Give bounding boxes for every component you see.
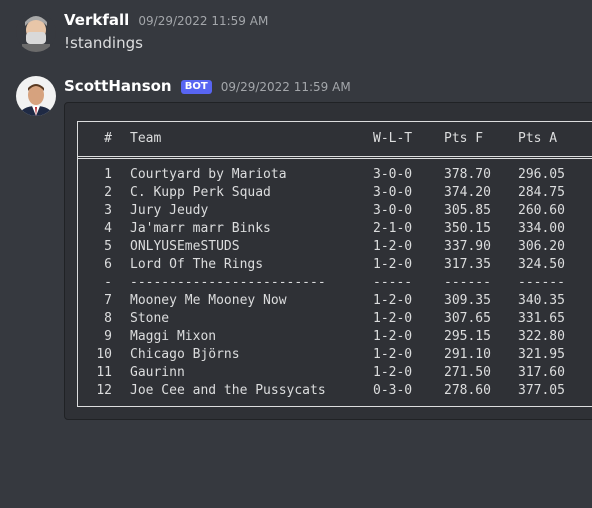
table-separator-row: - ------------------------- ----- ------… [94, 274, 565, 292]
team-name: Gaurinn [130, 365, 185, 380]
pts-for: 309.35 [444, 293, 491, 308]
table-row: 9 Maggi Mixon 1-2-0 295.15 322.80 [94, 328, 565, 346]
pts-against: 322.80 [518, 329, 565, 344]
record: 1-2-0 [373, 311, 413, 326]
team-name: Mooney Me Mooney Now [130, 293, 287, 308]
record: 3-0-0 [373, 167, 413, 182]
team-name: Stone [130, 311, 170, 326]
table-row: 1 Courtyard by Mariota 3-0-0 378.70 296.… [94, 166, 565, 184]
standings-codeblock: # Team W-L-T Pts F Pts A 1 Courtyard by … [64, 102, 592, 420]
team-name: Ja'marr marr Binks [130, 221, 271, 236]
table-header-row: # Team W-L-T Pts F Pts A [94, 130, 557, 148]
message-text: !standings [64, 34, 143, 52]
rank: 1 [104, 167, 112, 182]
rank: 3 [104, 203, 112, 218]
record: 1-2-0 [373, 239, 413, 254]
timestamp: 09/29/2022 11:59 AM [138, 14, 269, 28]
table-row: 11 Gaurinn 1-2-0 271.50 317.60 [94, 364, 565, 382]
pts-for: 374.20 [444, 185, 491, 200]
pts-for: 305.85 [444, 203, 491, 218]
record: 3-0-0 [373, 185, 413, 200]
rank: 5 [104, 239, 112, 254]
separator-wlt: ----- [373, 275, 413, 290]
team-name: C. Kupp Perk Squad [130, 185, 271, 200]
record: 1-2-0 [373, 365, 413, 380]
header-rank: # [104, 131, 112, 146]
record: 1-2-0 [373, 347, 413, 362]
pts-for: 271.50 [444, 365, 491, 380]
table-row: 10 Chicago Björns 1-2-0 291.10 321.95 [94, 346, 565, 364]
record: 1-2-0 [373, 293, 413, 308]
table-row: 12 Joe Cee and the Pussycats 0-3-0 278.6… [94, 382, 565, 400]
rank: 9 [104, 329, 112, 344]
team-name: Chicago Björns [130, 347, 240, 362]
header-divider [78, 156, 592, 159]
rank: 4 [104, 221, 112, 236]
team-name: Jury Jeudy [130, 203, 209, 218]
rank: 6 [104, 257, 112, 272]
table-row: 2 C. Kupp Perk Squad 3-0-0 374.20 284.75 [94, 184, 565, 202]
pts-for: 350.15 [444, 221, 491, 236]
separator-team: ------------------------- [130, 275, 326, 290]
record: 0-3-0 [373, 383, 413, 398]
avatar[interactable] [16, 12, 56, 52]
record: 1-2-0 [373, 257, 413, 272]
pts-against: 306.20 [518, 239, 565, 254]
record: 3-0-0 [373, 203, 413, 218]
username[interactable]: ScottHanson [64, 77, 172, 95]
table-row: 6 Lord Of The Rings 1-2-0 317.35 324.50 [94, 256, 565, 274]
table-row: 4 Ja'marr marr Binks 2-1-0 350.15 334.00 [94, 220, 565, 238]
team-name: Lord Of The Rings [130, 257, 264, 272]
table-row: 8 Stone 1-2-0 307.65 331.65 [94, 310, 565, 328]
header-team: Team [130, 131, 162, 146]
pts-for: 278.60 [444, 383, 491, 398]
pts-for: 317.35 [444, 257, 491, 272]
header-pts-for: Pts F [444, 131, 484, 146]
pts-against: 331.65 [518, 311, 565, 326]
pts-against: 377.05 [518, 383, 565, 398]
rank: 11 [96, 365, 112, 380]
team-name: Courtyard by Mariota [130, 167, 287, 182]
pts-for: 295.15 [444, 329, 491, 344]
pts-for: 307.65 [444, 311, 491, 326]
separator-pts-against: ------ [518, 275, 565, 290]
table-row: 5 ONLYUSEmeSTUDS 1-2-0 337.90 306.20 [94, 238, 565, 256]
pts-against: 340.35 [518, 293, 565, 308]
header-pts-against: Pts A [518, 131, 558, 146]
table-row: 7 Mooney Me Mooney Now 1-2-0 309.35 340.… [94, 292, 565, 310]
rank: 10 [96, 347, 112, 362]
rank: 7 [104, 293, 112, 308]
standings-table: # Team W-L-T Pts F Pts A 1 Courtyard by … [77, 121, 592, 407]
pts-for: 291.10 [444, 347, 491, 362]
record: 1-2-0 [373, 329, 413, 344]
username[interactable]: Verkfall [64, 11, 129, 29]
pts-against: 334.00 [518, 221, 565, 236]
bot-badge: BOT [180, 80, 212, 94]
pts-against: 296.05 [518, 167, 565, 182]
rank: 8 [104, 311, 112, 326]
team-name: Maggi Mixon [130, 329, 217, 344]
table-row: 3 Jury Jeudy 3-0-0 305.85 260.60 [94, 202, 565, 220]
pts-against: 321.95 [518, 347, 565, 362]
separator-rank: - [104, 275, 112, 290]
team-name: ONLYUSEmeSTUDS [130, 239, 240, 254]
rank: 12 [96, 383, 112, 398]
avatar[interactable] [16, 76, 56, 116]
pts-against: 317.60 [518, 365, 565, 380]
pts-for: 378.70 [444, 167, 491, 182]
pts-against: 260.60 [518, 203, 565, 218]
rank: 2 [104, 185, 112, 200]
pts-for: 337.90 [444, 239, 491, 254]
header-wlt: W-L-T [373, 131, 413, 146]
pts-against: 324.50 [518, 257, 565, 272]
record: 2-1-0 [373, 221, 413, 236]
pts-against: 284.75 [518, 185, 565, 200]
timestamp: 09/29/2022 11:59 AM [220, 80, 351, 94]
separator-pts-for: ------ [444, 275, 491, 290]
team-name: Joe Cee and the Pussycats [130, 383, 326, 398]
